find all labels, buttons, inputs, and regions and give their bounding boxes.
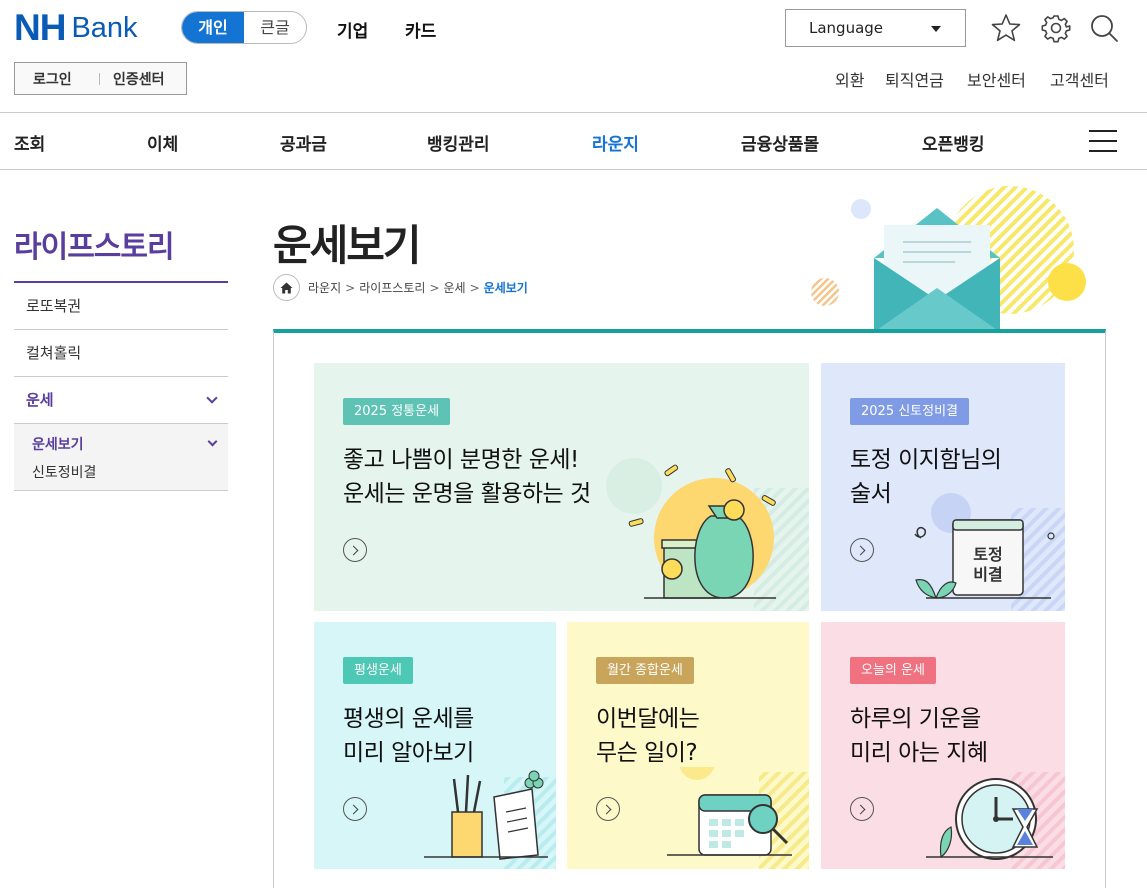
chevron-right-icon[interactable] xyxy=(343,538,367,562)
card-traditional-fortune[interactable]: 2025 정통운세 좋고 나쁨이 분명한 운세! 운세는 운명을 활용하는 것 xyxy=(314,363,809,611)
card-lifetime-fortune[interactable]: 평생운세 평생의 운세를 미리 알아보기 xyxy=(314,622,556,869)
language-label: Language xyxy=(809,19,884,37)
header-divider xyxy=(0,112,1147,113)
card-title-line1: 하루의 기운을 xyxy=(850,706,981,732)
home-icon[interactable] xyxy=(273,274,300,301)
card-badge: 평생운세 xyxy=(343,657,413,684)
breadcrumb-current: 운세보기 xyxy=(483,281,528,295)
lnb-title: 라이프스토리 xyxy=(14,230,175,265)
card-badge: 월간 종합운세 xyxy=(596,657,694,684)
lnb-sub-tojeong[interactable]: 신토정비결 xyxy=(32,462,96,482)
envelope-illustration xyxy=(811,186,1086,332)
caret-down-icon xyxy=(931,26,941,32)
card-title-line2: 미리 알아보기 xyxy=(343,740,474,766)
lnb-item-label: 로또복권 xyxy=(26,297,82,315)
cert-center-button[interactable]: 인증센터 xyxy=(100,69,165,89)
chevron-down-icon xyxy=(207,436,218,447)
util-link-customer[interactable]: 고객센터 xyxy=(1050,67,1109,91)
chevron-right-icon[interactable] xyxy=(596,797,620,821)
language-select[interactable]: Language xyxy=(785,9,966,47)
logo-bank: Bank xyxy=(71,12,138,44)
personal-mode-button[interactable]: 개인 xyxy=(182,12,244,43)
card-title-line2: 무슨 일이? xyxy=(596,740,698,766)
card-title-line1: 이번달에는 xyxy=(596,706,700,732)
chevron-down-icon xyxy=(206,392,218,404)
login-box: 로그인 인증센터 xyxy=(14,62,187,95)
lnb-item-label: 운세 xyxy=(26,391,54,409)
gnb-open-banking[interactable]: 오픈뱅킹 xyxy=(922,130,985,155)
chevron-right-icon[interactable] xyxy=(850,797,874,821)
gnb-banking-management[interactable]: 뱅킹관리 xyxy=(427,130,490,155)
book-illustration: 토정 비결 xyxy=(914,493,1065,611)
login-button[interactable]: 로그인 xyxy=(15,69,99,89)
lnb-sub-fortune-view[interactable]: 운세보기 xyxy=(32,434,84,454)
calendar-illustration xyxy=(667,767,809,869)
card-title-line1: 좋고 나쁨이 분명한 운세! xyxy=(343,447,579,473)
card-title: 이번달에는 무슨 일이? xyxy=(596,702,700,770)
util-link-security[interactable]: 보안센터 xyxy=(967,67,1026,91)
lnb-item-label: 컬쳐홀릭 xyxy=(26,344,82,362)
gear-icon[interactable] xyxy=(1040,12,1072,44)
book-title-line2: 비결 xyxy=(973,565,1002,584)
card-title-line1: 평생의 운세를 xyxy=(343,706,474,732)
lnb-item-lotto[interactable]: 로또복권 xyxy=(14,283,228,330)
gnb-divider xyxy=(0,169,1147,170)
breadcrumb-item[interactable]: 라운지 xyxy=(308,279,341,296)
lnb-submenu: 운세보기 신토정비결 xyxy=(14,424,228,491)
breadcrumb-item[interactable]: 라이프스토리 xyxy=(359,279,425,296)
card-monthly-fortune[interactable]: 월간 종합운세 이번달에는 무슨 일이? xyxy=(567,622,809,869)
breadcrumb: 라운지 > 라이프스토리 > 운세 > 운세보기 xyxy=(273,274,528,301)
gnb-transfer[interactable]: 이체 xyxy=(147,130,178,155)
star-icon[interactable] xyxy=(990,12,1022,44)
gnb-lounge[interactable]: 라운지 xyxy=(592,130,639,155)
card-tojeong[interactable]: 2025 신토정비결 토정 이지함님의 술서 토정 비결 xyxy=(821,363,1065,611)
clock-hourglass-illustration xyxy=(926,772,1065,869)
top-nav-corporate[interactable]: 기업 xyxy=(337,17,368,42)
card-title: 평생의 운세를 미리 알아보기 xyxy=(343,702,474,770)
page-title: 운세보기 xyxy=(273,221,422,270)
card-badge: 오늘의 운세 xyxy=(850,657,936,684)
gnb-inquiry[interactable]: 조회 xyxy=(14,130,45,155)
breadcrumb-item[interactable]: 운세 xyxy=(444,279,466,296)
util-link-pension[interactable]: 퇴직연금 xyxy=(885,67,944,91)
chevron-right-icon[interactable] xyxy=(343,797,367,821)
card-title-line2: 미리 아는 지혜 xyxy=(850,740,988,766)
lnb-item-fortune[interactable]: 운세 xyxy=(14,377,228,424)
card-title: 좋고 나쁨이 분명한 운세! 운세는 운명을 활용하는 것 xyxy=(343,443,591,511)
card-title: 하루의 기운을 미리 아는 지혜 xyxy=(850,702,988,770)
card-badge: 2025 신토정비결 xyxy=(850,398,970,425)
mode-toggle: 개인 큰글 xyxy=(181,11,307,44)
money-bag-illustration xyxy=(606,458,809,611)
large-text-mode-button[interactable]: 큰글 xyxy=(244,12,306,43)
gnb-financial-mall[interactable]: 금융상품몰 xyxy=(741,130,819,155)
card-title-line1: 토정 이지함님의 xyxy=(850,447,1002,473)
chevron-right-icon[interactable] xyxy=(850,538,874,562)
logo-nh: NH xyxy=(14,7,66,48)
search-icon[interactable] xyxy=(1088,12,1120,44)
gnb-utility-bills[interactable]: 공과금 xyxy=(280,130,327,155)
pencil-cup-illustration xyxy=(424,770,556,869)
card-today-fortune[interactable]: 오늘의 운세 하루의 기운을 미리 아는 지혜 xyxy=(821,622,1065,869)
nh-bank-logo[interactable]: NH Bank xyxy=(14,7,138,48)
book-title-line1: 토정 xyxy=(973,545,1002,564)
top-nav-card[interactable]: 카드 xyxy=(405,17,436,42)
util-link-forex[interactable]: 외환 xyxy=(835,67,864,91)
hamburger-menu-icon[interactable] xyxy=(1089,130,1117,152)
lnb-item-culture[interactable]: 컬쳐홀릭 xyxy=(14,330,228,377)
card-title-line2: 운세는 운명을 활용하는 것 xyxy=(343,481,591,507)
card-badge: 2025 정통운세 xyxy=(343,398,451,425)
